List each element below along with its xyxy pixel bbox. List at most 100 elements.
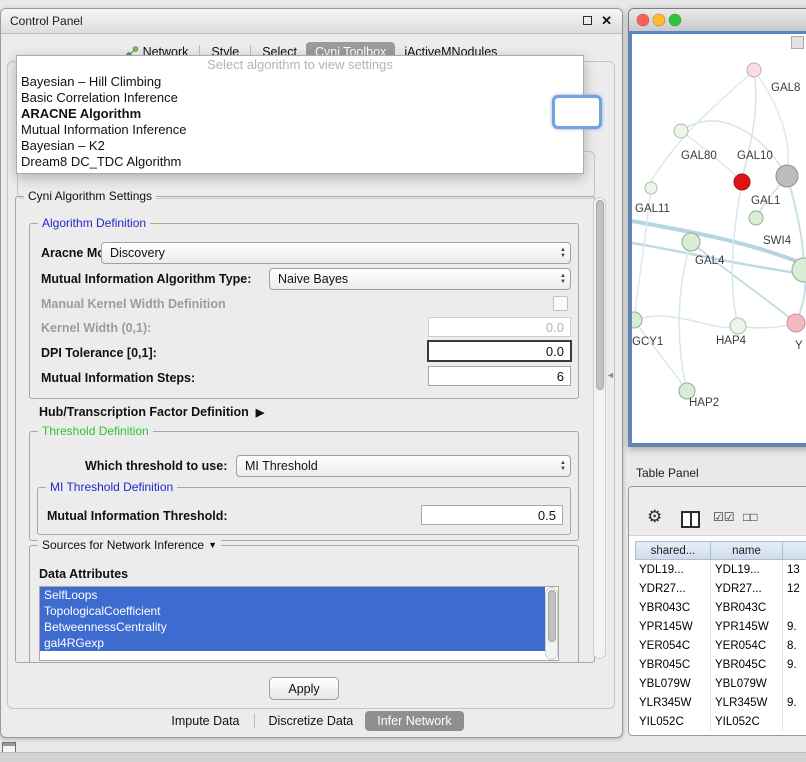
column-header-shared-name[interactable]: shared...	[635, 541, 711, 560]
network-node[interactable]	[674, 124, 688, 138]
mac-close-button[interactable]	[637, 14, 649, 26]
algorithm-option[interactable]: Basic Correlation Inference	[17, 90, 583, 106]
table-row[interactable]: YDR27... YDR27... 12	[635, 579, 806, 598]
cell[interactable]: YBL079W	[635, 674, 711, 693]
cell[interactable]: YBL079W	[711, 674, 783, 693]
column-header-name[interactable]: name	[711, 541, 783, 560]
mi-threshold-field[interactable]: 0.5	[421, 505, 563, 525]
tab-discretize-data[interactable]: Discretize Data	[257, 711, 366, 731]
list-scrollbar[interactable]	[545, 587, 558, 660]
algorithm-option[interactable]: Bayesian – K2	[17, 138, 583, 154]
cell[interactable]: YBR043C	[635, 598, 711, 617]
cell[interactable]: YPR145W	[711, 617, 783, 636]
cell[interactable]: YER054C	[711, 636, 783, 655]
cell[interactable]	[783, 598, 806, 617]
control-panel-titlebar[interactable]: Control Panel ✕	[1, 9, 622, 34]
algorithm-option[interactable]: Dream8 DC_TDC Algorithm	[17, 154, 583, 170]
focused-spinner[interactable]	[552, 95, 602, 129]
column-layout-icon[interactable]	[681, 511, 700, 528]
tab-impute-data[interactable]: Impute Data	[159, 711, 251, 731]
table-row[interactable]: YDL19... YDL19... 13	[635, 560, 806, 579]
cell[interactable]: YDL19...	[711, 560, 783, 579]
apply-button[interactable]: Apply	[269, 677, 339, 700]
cell[interactable]: YLR345W	[635, 693, 711, 712]
cell[interactable]: YDR27...	[635, 579, 711, 598]
cell[interactable]: 9.	[783, 617, 806, 636]
cell[interactable]: YIL052C	[711, 712, 783, 731]
birdseye-toggle-icon[interactable]	[791, 36, 804, 49]
cell[interactable]: 9.	[783, 655, 806, 674]
node-label: GAL4	[695, 255, 724, 267]
cell[interactable]: YDL19...	[635, 560, 711, 579]
float-window-icon[interactable]	[583, 16, 592, 25]
cell[interactable]: 13	[783, 560, 806, 579]
manual-kernel-checkbox[interactable]	[553, 296, 568, 311]
mi-algorithm-type-combo[interactable]: Naive Bayes ▲▼	[269, 268, 571, 290]
network-canvas[interactable]: GAL8 GAL80 GAL10 GAL11 GAL1 SWI4 GAL4 GC…	[629, 31, 806, 446]
network-node[interactable]	[776, 165, 798, 187]
table-row[interactable]: YBR045C YBR045C 9.	[635, 655, 806, 674]
table-row[interactable]: YPR145W YPR145W 9.	[635, 617, 806, 636]
list-item[interactable]: BetweennessCentrality	[40, 619, 545, 635]
dpi-tolerance-field[interactable]: 0.0	[427, 340, 572, 362]
deselect-all-checkboxes-icon[interactable]: □□	[743, 510, 758, 524]
combo-arrows-icon: ▲▼	[560, 460, 566, 472]
tab-infer-network[interactable]: Infer Network	[365, 711, 463, 731]
settings-scrollbar[interactable]	[593, 197, 606, 659]
select-all-checkboxes-icon[interactable]: ☑☑	[713, 510, 735, 524]
cell[interactable]: YBR045C	[711, 655, 783, 674]
network-node[interactable]	[645, 182, 657, 194]
table-row[interactable]: YBR043C YBR043C	[635, 598, 806, 617]
network-node-selected[interactable]	[734, 174, 750, 190]
cell[interactable]: YBR045C	[635, 655, 711, 674]
table-row[interactable]: YBL079W YBL079W	[635, 674, 806, 693]
mac-minimize-button[interactable]	[653, 14, 665, 26]
node-label: HAP4	[716, 335, 746, 347]
list-scrollbar-thumb[interactable]	[548, 590, 556, 642]
cell[interactable]: YIL052C	[635, 712, 711, 731]
kernel-width-field[interactable]: 0.0	[428, 317, 571, 337]
network-node[interactable]	[682, 233, 700, 251]
mac-zoom-button[interactable]	[669, 14, 681, 26]
network-node[interactable]	[749, 211, 763, 225]
cell[interactable]	[783, 712, 806, 731]
table-row[interactable]: YER054C YER054C 8.	[635, 636, 806, 655]
algorithm-option[interactable]: Mutual Information Inference	[17, 122, 583, 138]
sources-toggle[interactable]: Sources for Network Inference ▼	[38, 538, 221, 552]
cell[interactable]: 8.	[783, 636, 806, 655]
cell[interactable]: YDR27...	[711, 579, 783, 598]
column-header-partial[interactable]	[783, 541, 806, 560]
cell[interactable]: YLR345W	[711, 693, 783, 712]
which-threshold-combo[interactable]: MI Threshold ▲▼	[236, 455, 571, 477]
table-panel-title: Table Panel	[636, 466, 699, 480]
aracne-mode-combo[interactable]: Discovery ▲▼	[101, 242, 571, 264]
cell[interactable]	[783, 674, 806, 693]
cell[interactable]: YPR145W	[635, 617, 711, 636]
node-label: GAL10	[737, 150, 773, 162]
panel-collapse-arrow[interactable]: ◄	[606, 370, 615, 380]
list-item[interactable]: SelfLoops	[40, 587, 545, 603]
cell[interactable]: 12	[783, 579, 806, 598]
network-node[interactable]	[730, 318, 746, 334]
list-item[interactable]: TopologicalCoefficient	[40, 603, 545, 619]
table-toolbar: ⚙ ☑☑ □□	[629, 487, 806, 536]
table-row[interactable]: YIL052C YIL052C	[635, 712, 806, 731]
table-row[interactable]: YLR345W YLR345W 9.	[635, 693, 806, 712]
close-icon[interactable]: ✕	[601, 15, 612, 26]
mi-steps-field[interactable]: 6	[428, 366, 571, 386]
cell[interactable]: YER054C	[635, 636, 711, 655]
network-node[interactable]	[632, 312, 642, 328]
gear-icon[interactable]: ⚙	[647, 507, 662, 527]
settings-scrollbar-thumb[interactable]	[596, 200, 604, 390]
network-window-titlebar[interactable]	[629, 9, 806, 32]
list-item[interactable]: gal4RGexp	[40, 635, 545, 651]
network-node[interactable]	[747, 63, 761, 77]
algorithm-option[interactable]: Bayesian – Hill Climbing	[17, 74, 583, 90]
cell[interactable]: 9.	[783, 693, 806, 712]
hub-section-toggle[interactable]: Hub/Transcription Factor Definition ▶	[39, 405, 264, 419]
group-title: MI Threshold Definition	[46, 480, 177, 494]
algorithm-option-selected[interactable]: ARACNE Algorithm	[17, 106, 583, 122]
cell[interactable]: YBR043C	[711, 598, 783, 617]
table-panel-window: ⚙ ☑☑ □□ shared... name YDL19... YDL19...…	[628, 486, 806, 736]
network-node[interactable]	[787, 314, 805, 332]
